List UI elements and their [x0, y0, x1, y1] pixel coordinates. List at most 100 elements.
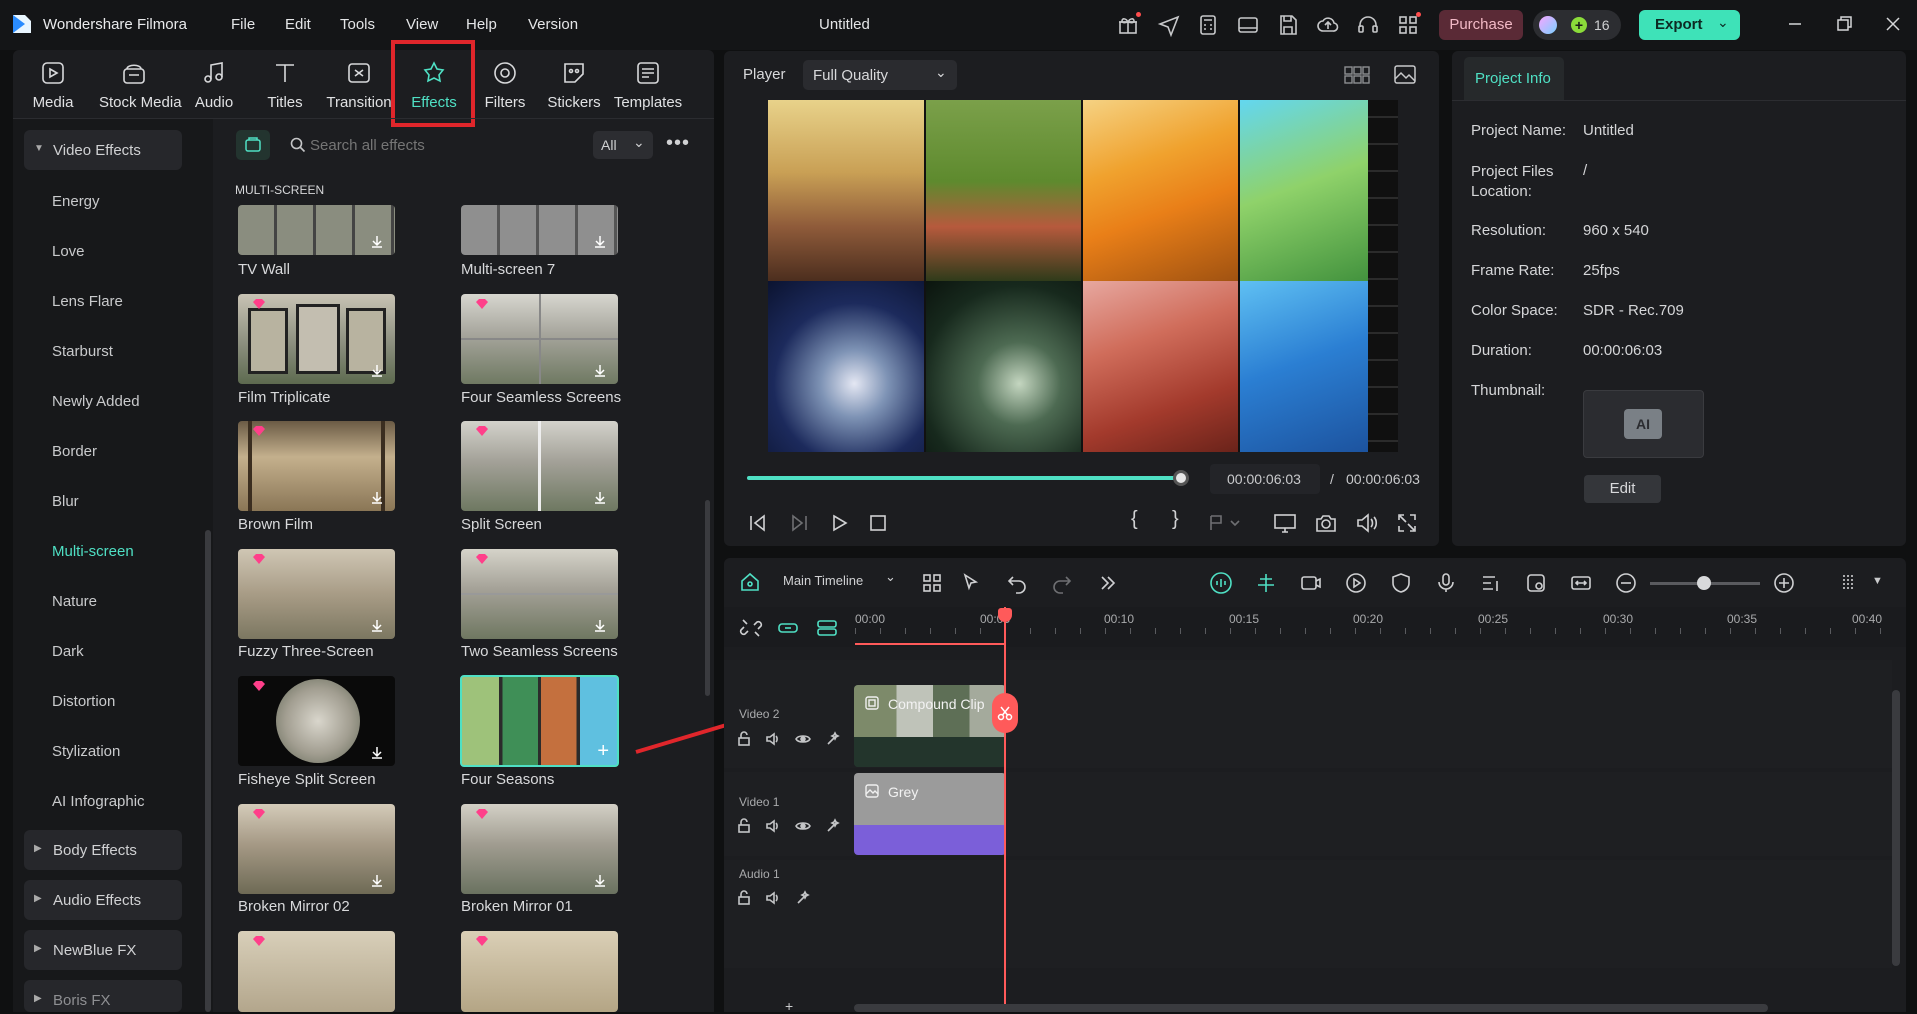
audio-mix-icon[interactable]: [1479, 571, 1503, 595]
clip-grey[interactable]: Grey: [854, 773, 1006, 855]
lock-icon[interactable]: [736, 818, 752, 834]
sidebar-scrollbar[interactable]: [205, 530, 211, 1012]
magic-icon[interactable]: [825, 818, 841, 834]
playhead-line[interactable]: [1004, 607, 1006, 1012]
purchase-button[interactable]: Purchase: [1439, 10, 1523, 40]
track-manage-icon[interactable]: [815, 616, 839, 640]
lock-icon[interactable]: [736, 731, 752, 747]
image-icon[interactable]: [1393, 64, 1417, 86]
zoom-slider-knob[interactable]: [1697, 576, 1711, 590]
next-frame-icon[interactable]: [788, 512, 810, 534]
select-tool-icon[interactable]: [960, 571, 984, 595]
effect-thumb-more-1[interactable]: [238, 931, 395, 1012]
category-newly-added[interactable]: Newly Added: [52, 393, 140, 410]
quality-dropdown[interactable]: Full Quality ⌄: [803, 60, 957, 90]
calculator-icon[interactable]: [1196, 13, 1220, 37]
category-boris-fx[interactable]: ▶ Boris FX: [24, 980, 182, 1012]
magic-icon[interactable]: [825, 731, 841, 747]
speaker-icon[interactable]: [765, 818, 781, 834]
effect-thumb-four-seamless-screens[interactable]: [461, 294, 618, 384]
menu-help[interactable]: Help: [466, 16, 497, 33]
effects-scrollbar[interactable]: [705, 500, 710, 696]
shield-icon[interactable]: [1389, 571, 1413, 595]
menu-version[interactable]: Version: [528, 16, 578, 33]
tab-stock-media[interactable]: Stock Media: [99, 58, 182, 111]
category-stylization[interactable]: Stylization: [52, 743, 120, 760]
send-icon[interactable]: [1157, 13, 1181, 38]
undo-icon[interactable]: [1005, 571, 1029, 595]
tab-titles[interactable]: Titles: [250, 58, 320, 111]
timeline-vertical-scrollbar[interactable]: [1892, 690, 1900, 966]
lock-icon[interactable]: [736, 890, 752, 906]
category-newblue-fx[interactable]: ▶ NewBlue FX: [24, 930, 182, 970]
apps-grid-icon[interactable]: [1396, 12, 1421, 37]
effect-thumb-more-2[interactable]: [461, 931, 618, 1012]
filter-dropdown[interactable]: All ⌄: [593, 131, 653, 159]
redo-icon[interactable]: [1050, 571, 1074, 595]
microphone-icon[interactable]: [1434, 571, 1458, 595]
category-video-effects[interactable]: ▼ Video Effects: [24, 130, 182, 170]
save-icon[interactable]: [1276, 13, 1300, 37]
effect-thumb-fuzzy-three-screen[interactable]: [238, 549, 395, 639]
effect-thumb-split-screen[interactable]: [461, 421, 618, 511]
tab-stickers[interactable]: Stickers: [539, 58, 609, 111]
restore-icon[interactable]: [1832, 12, 1856, 36]
video-preview[interactable]: [768, 100, 1398, 452]
display-icon[interactable]: [1273, 512, 1297, 534]
category-blur[interactable]: Blur: [52, 493, 79, 510]
progress-knob[interactable]: [1173, 470, 1189, 486]
split-button[interactable]: [992, 693, 1018, 733]
close-icon[interactable]: [1881, 12, 1905, 36]
category-border[interactable]: Border: [52, 443, 97, 460]
menu-edit[interactable]: Edit: [285, 16, 311, 33]
effect-thumb-broken-mirror-02[interactable]: [238, 804, 395, 894]
snapshot-icon[interactable]: [1314, 512, 1338, 534]
category-distortion[interactable]: Distortion: [52, 693, 115, 710]
clip-compound[interactable]: Compound Clip: [854, 685, 1006, 767]
tab-media[interactable]: Media: [18, 58, 88, 111]
layout-icon[interactable]: [1236, 13, 1260, 37]
marker-dropdown-icon[interactable]: [1207, 512, 1241, 534]
tab-project-info[interactable]: Project Info: [1464, 57, 1564, 101]
link-clips-icon[interactable]: [776, 616, 800, 640]
effect-thumb-two-seamless-screens[interactable]: [461, 549, 618, 639]
menu-tools[interactable]: Tools: [340, 16, 375, 33]
fullscreen-icon[interactable]: [1396, 512, 1418, 534]
gift-icon[interactable]: [1116, 12, 1141, 37]
mark-in-icon[interactable]: {: [1131, 508, 1138, 531]
tab-templates[interactable]: Templates: [613, 58, 683, 111]
category-energy[interactable]: Energy: [52, 193, 100, 210]
add-track-icon[interactable]: [1299, 571, 1323, 595]
zoom-in-icon[interactable]: [1772, 571, 1796, 595]
thumbnail-preview[interactable]: AI: [1583, 390, 1704, 458]
library-toggle-button[interactable]: [236, 130, 270, 160]
zoom-out-icon[interactable]: [1614, 571, 1638, 595]
more-tools-icon[interactable]: [1096, 571, 1120, 595]
eye-icon[interactable]: [795, 818, 811, 834]
category-love[interactable]: Love: [52, 243, 85, 260]
timeline-name[interactable]: Main Timeline: [783, 573, 863, 588]
credits-badge[interactable]: + 16: [1533, 10, 1621, 40]
grid-view-icon[interactable]: [1344, 65, 1370, 85]
mark-out-icon[interactable]: }: [1172, 508, 1179, 531]
playback-progress[interactable]: [747, 470, 1189, 486]
tab-audio[interactable]: Audio: [179, 58, 249, 111]
add-icon[interactable]: +: [597, 740, 609, 763]
unlink-icon[interactable]: [739, 616, 763, 640]
headset-icon[interactable]: [1356, 13, 1380, 37]
category-nature[interactable]: Nature: [52, 593, 97, 610]
home-icon[interactable]: [739, 571, 761, 593]
category-audio-effects[interactable]: ▶ Audio Effects: [24, 880, 182, 920]
category-starburst[interactable]: Starburst: [52, 343, 113, 360]
tab-transition[interactable]: Transition: [324, 58, 394, 111]
playhead-handle[interactable]: [998, 608, 1012, 622]
tab-effects[interactable]: Effects: [399, 58, 469, 111]
category-multi-screen[interactable]: Multi-screen: [52, 543, 134, 560]
timeline-horizontal-scrollbar[interactable]: [854, 1004, 1768, 1012]
speaker-icon[interactable]: [765, 890, 781, 906]
export-button[interactable]: Export ⌄: [1639, 10, 1740, 40]
chevron-down-icon[interactable]: ⌄: [885, 569, 896, 585]
effect-thumb-brown-film[interactable]: [238, 421, 395, 511]
layout-grid-icon[interactable]: [920, 571, 944, 595]
eye-icon[interactable]: [795, 731, 811, 747]
